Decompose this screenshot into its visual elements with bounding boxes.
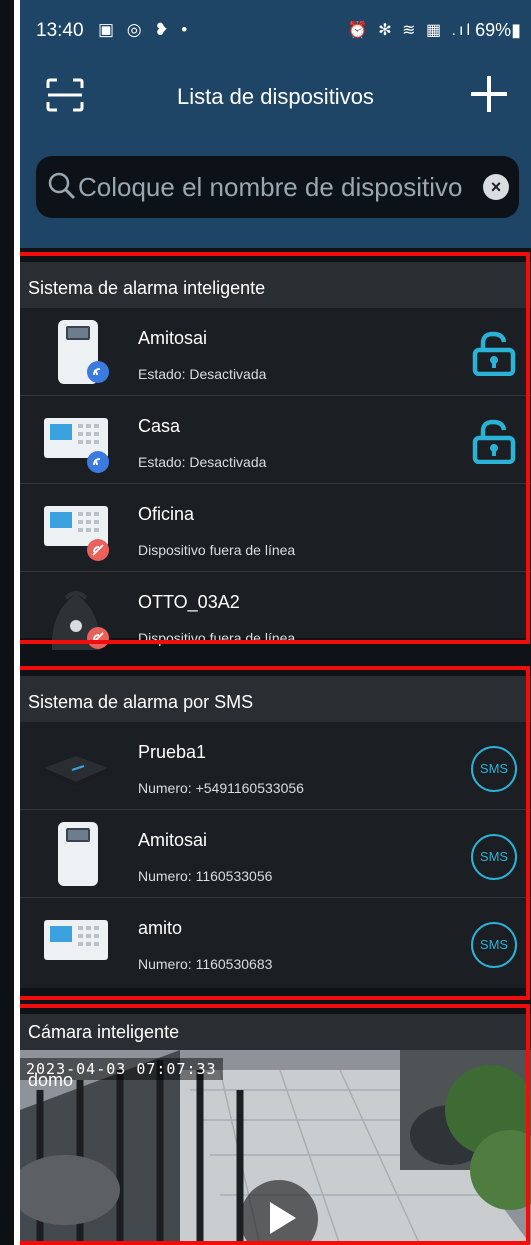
device-row[interactable]: amito Numero: 1160530683 SMS [20, 898, 531, 986]
sms-button[interactable]: SMS [471, 746, 517, 792]
unlocked-icon[interactable] [471, 418, 517, 464]
device-status: Estado: Desactivada [138, 454, 267, 470]
device-row[interactable]: Casa Estado: Desactivada [20, 396, 531, 484]
device-status: Dispositivo fuera de línea [138, 542, 296, 558]
notification-icons: ▣ ◎ ❥ • [98, 20, 192, 39]
alarm-panel-icon [44, 506, 109, 561]
device-name: Amitosai [138, 328, 208, 348]
status-time: 13:40 [36, 20, 84, 41]
device-number: Numero: +5491160533056 [138, 780, 304, 796]
sms-button[interactable]: SMS [471, 922, 517, 968]
sms-alarm-section: Sistema de alarma por SMS Prueba1 Numero… [20, 676, 531, 988]
device-row[interactable]: Amitosai Numero: 1160533056 SMS [20, 810, 531, 898]
smart-alarm-section: Sistema de alarma inteligente Amitosai E… [20, 262, 531, 650]
search-icon [48, 172, 76, 200]
section-title: Cámara inteligente [20, 1014, 531, 1050]
device-name: OTTO_03A2 [138, 592, 240, 612]
section-title: Sistema de alarma inteligente [20, 262, 531, 308]
device-name: Oficina [138, 504, 195, 524]
page-title: Lista de dispositivos [177, 84, 374, 109]
keypad-panel-icon [58, 822, 98, 886]
app-screen: 13:40 ▣ ◎ ❥ • ⏰ ✻ ≋ ▦ .ıl 69%▮ Lista de … [20, 0, 531, 1245]
device-row[interactable]: Oficina Dispositivo fuera de línea [20, 484, 531, 572]
device-number: Numero: 1160530683 [138, 956, 273, 972]
keypad-panel-icon [58, 320, 109, 384]
section-title: Sistema de alarma por SMS [20, 676, 531, 722]
device-status: Estado: Desactivada [138, 366, 267, 382]
add-device-icon[interactable] [471, 76, 507, 112]
alarm-panel-icon [44, 920, 108, 960]
dome-alarm-hub-icon [51, 591, 109, 650]
left-edge [0, 0, 20, 1245]
device-name: Amitosai [138, 830, 208, 850]
search-bar: × [36, 156, 519, 218]
system-status-icons: ⏰ ✻ ≋ ▦ .ıl [347, 22, 473, 39]
device-name: amito [138, 918, 183, 938]
camera-name: domo [28, 1070, 74, 1090]
router-hub-icon [44, 756, 108, 786]
battery-indicator: 69%▮ [475, 20, 521, 40]
device-status: Dispositivo fuera de línea [138, 630, 296, 646]
clear-search-icon[interactable]: × [483, 174, 509, 200]
device-name: Prueba1 [138, 742, 207, 762]
device-name: Casa [138, 416, 181, 436]
alarm-panel-icon [44, 418, 109, 473]
sms-button[interactable]: SMS [471, 834, 517, 880]
app-header: Lista de dispositivos × [20, 58, 531, 248]
unlocked-icon[interactable] [471, 330, 517, 376]
camera-preview[interactable]: 2023-04-03 07:07:33 domo [20, 1050, 531, 1245]
device-number: Numero: 1160533056 [138, 868, 273, 884]
status-bar: 13:40 ▣ ◎ ❥ • ⏰ ✻ ≋ ▦ .ıl 69%▮ [20, 0, 531, 58]
search-input[interactable] [78, 166, 478, 208]
device-row[interactable]: Prueba1 Numero: +5491160533056 SMS [20, 722, 531, 810]
device-row[interactable]: Amitosai Estado: Desactivada [20, 308, 531, 396]
device-row[interactable]: OTTO_03A2 Dispositivo fuera de línea [20, 572, 531, 660]
